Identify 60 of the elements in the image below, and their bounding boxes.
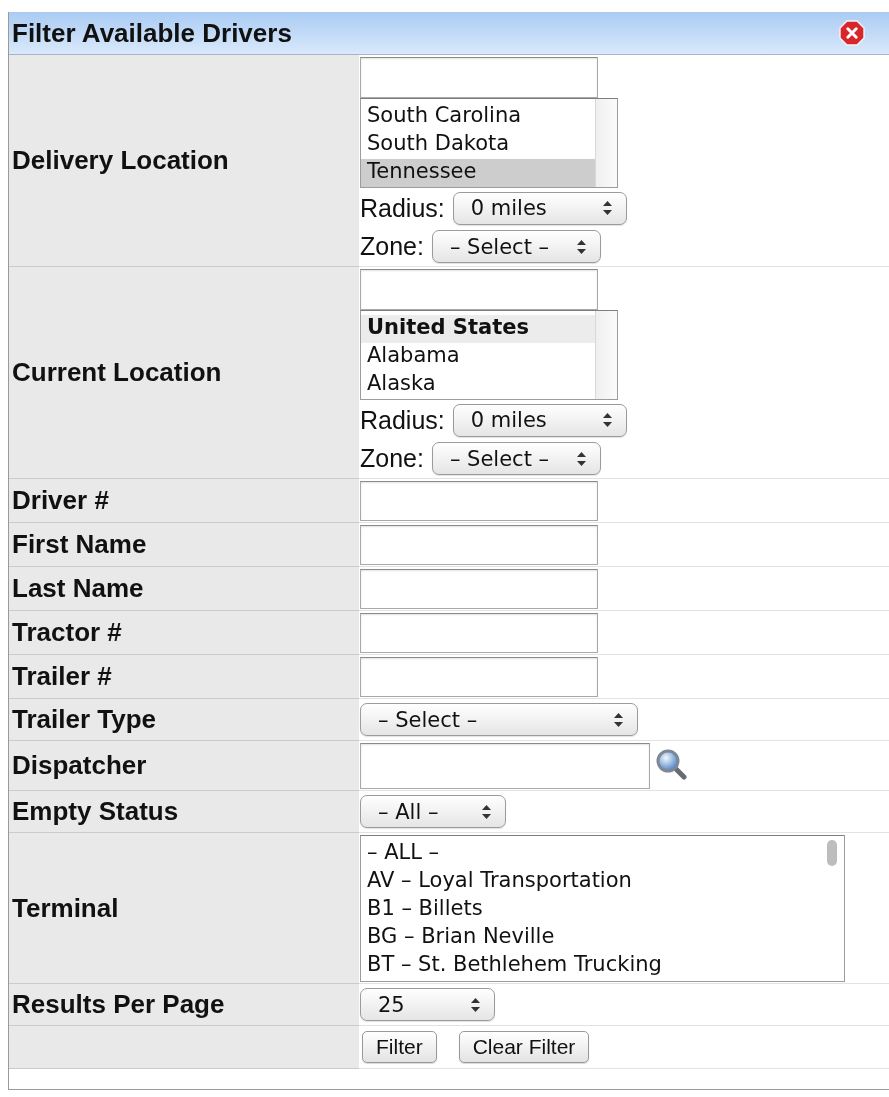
- listbox[interactable]: United States Alabama Alaska: [360, 310, 618, 400]
- dropdown-select[interactable]: 25: [360, 988, 495, 1021]
- zone-label: Zone:: [360, 444, 424, 473]
- list-option[interactable]: Alabama: [361, 343, 595, 371]
- scrollbar-track[interactable]: [595, 99, 617, 187]
- field-label: Results Per Page: [12, 989, 225, 1020]
- listbox[interactable]: – ALL – AV – Loyal Transportation B1 – Billets BG – Brian Neville BT – St. Bethlehem Trucking: [360, 835, 845, 982]
- field-label: Last Name: [12, 573, 144, 604]
- list-option[interactable]: BG – Brian Neville: [361, 924, 820, 952]
- radius-label: Radius:: [360, 193, 445, 223]
- field-label: Delivery Location: [12, 145, 229, 176]
- zone-select[interactable]: – Select –: [431, 230, 601, 263]
- list-option[interactable]: BT – St. Bethlehem Trucking: [361, 952, 820, 980]
- text-input[interactable]: [360, 743, 650, 789]
- dropdown-select[interactable]: – All –: [360, 795, 506, 828]
- list-option[interactable]: South Dakota: [361, 131, 595, 159]
- field-label: Trailer Type: [12, 704, 157, 735]
- field-label: Dispatcher: [12, 750, 147, 781]
- field-label: Current Location: [12, 357, 222, 388]
- clear-filter-button[interactable]: Clear Filter: [458, 1031, 590, 1063]
- list-option[interactable]: South Carolina: [361, 103, 595, 131]
- field-label: Terminal: [12, 892, 119, 924]
- field-label: Empty Status: [12, 796, 179, 827]
- list-option[interactable]: Tennessee: [361, 159, 595, 187]
- scrollbar-thumb[interactable]: [827, 840, 837, 866]
- text-input[interactable]: [360, 269, 598, 310]
- list-option[interactable]: United States: [361, 315, 595, 343]
- field-label: Trailer #: [12, 661, 112, 692]
- text-input[interactable]: [360, 613, 598, 653]
- close-icon[interactable]: [839, 20, 865, 46]
- updown-caret-icon: [614, 712, 623, 727]
- zone-label: Zone:: [360, 232, 424, 261]
- list-option[interactable]: – ALL –: [361, 840, 820, 868]
- zone-select[interactable]: – Select –: [431, 442, 601, 475]
- text-input[interactable]: [360, 57, 598, 98]
- dialog-title: Filter Available Drivers: [12, 17, 292, 49]
- radius-select[interactable]: 0 miles: [452, 403, 627, 437]
- text-input[interactable]: [360, 569, 598, 609]
- list-option[interactable]: B1 – Billets: [361, 896, 820, 924]
- search-icon[interactable]: [655, 748, 687, 780]
- updown-caret-icon: [482, 804, 491, 819]
- scrollbar-track[interactable]: [595, 311, 617, 399]
- dropdown-select[interactable]: – Select –: [360, 703, 638, 736]
- text-input[interactable]: [360, 525, 598, 565]
- updown-caret-icon: [602, 413, 612, 427]
- field-label: Driver #: [12, 485, 109, 516]
- updown-caret-icon: [471, 997, 480, 1012]
- list-option[interactable]: Alaska: [361, 371, 595, 399]
- listbox[interactable]: South Carolina South Dakota Tennessee: [360, 98, 618, 188]
- filter-button[interactable]: Filter: [362, 1031, 437, 1063]
- updown-caret-icon: [576, 239, 586, 254]
- updown-caret-icon: [602, 201, 612, 215]
- updown-caret-icon: [576, 451, 586, 466]
- field-label: First Name: [12, 529, 147, 560]
- radius-select[interactable]: 0 miles: [452, 191, 627, 225]
- field-label: Tractor #: [12, 617, 122, 648]
- text-input[interactable]: [360, 657, 598, 697]
- list-option[interactable]: AV – Loyal Transportation: [361, 868, 820, 896]
- text-input[interactable]: [360, 481, 598, 521]
- radius-label: Radius:: [360, 405, 445, 435]
